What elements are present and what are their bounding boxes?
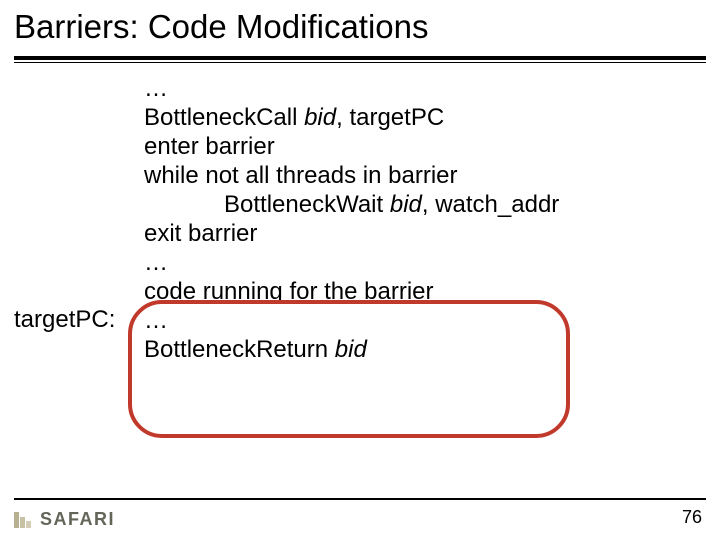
code-line: enter barrier [144, 132, 559, 161]
param-bid: bid [390, 191, 422, 218]
param-bid: bid [304, 104, 336, 131]
code-line: … [144, 248, 559, 277]
targetpc-label: targetPC: [14, 306, 115, 334]
code-line: exit barrier [144, 219, 559, 248]
code-line: while not all threads in barrier [144, 161, 559, 190]
highlight-outline [128, 300, 570, 438]
code-line: BottleneckCall bid, targetPC [144, 103, 559, 132]
logo-text: SAFARI [40, 509, 115, 530]
logo-bars-icon [14, 512, 34, 528]
slide-title: Barriers: Code Modifications [14, 8, 429, 46]
code-line: … [144, 74, 559, 103]
footer-rule [14, 498, 706, 500]
page-number: 76 [682, 507, 702, 528]
slide: Barriers: Code Modifications targetPC: …… [0, 0, 720, 540]
safari-logo: SAFARI [14, 509, 115, 530]
code-line: BottleneckWait bid, watch_addr [144, 190, 559, 219]
title-underline [14, 56, 706, 63]
